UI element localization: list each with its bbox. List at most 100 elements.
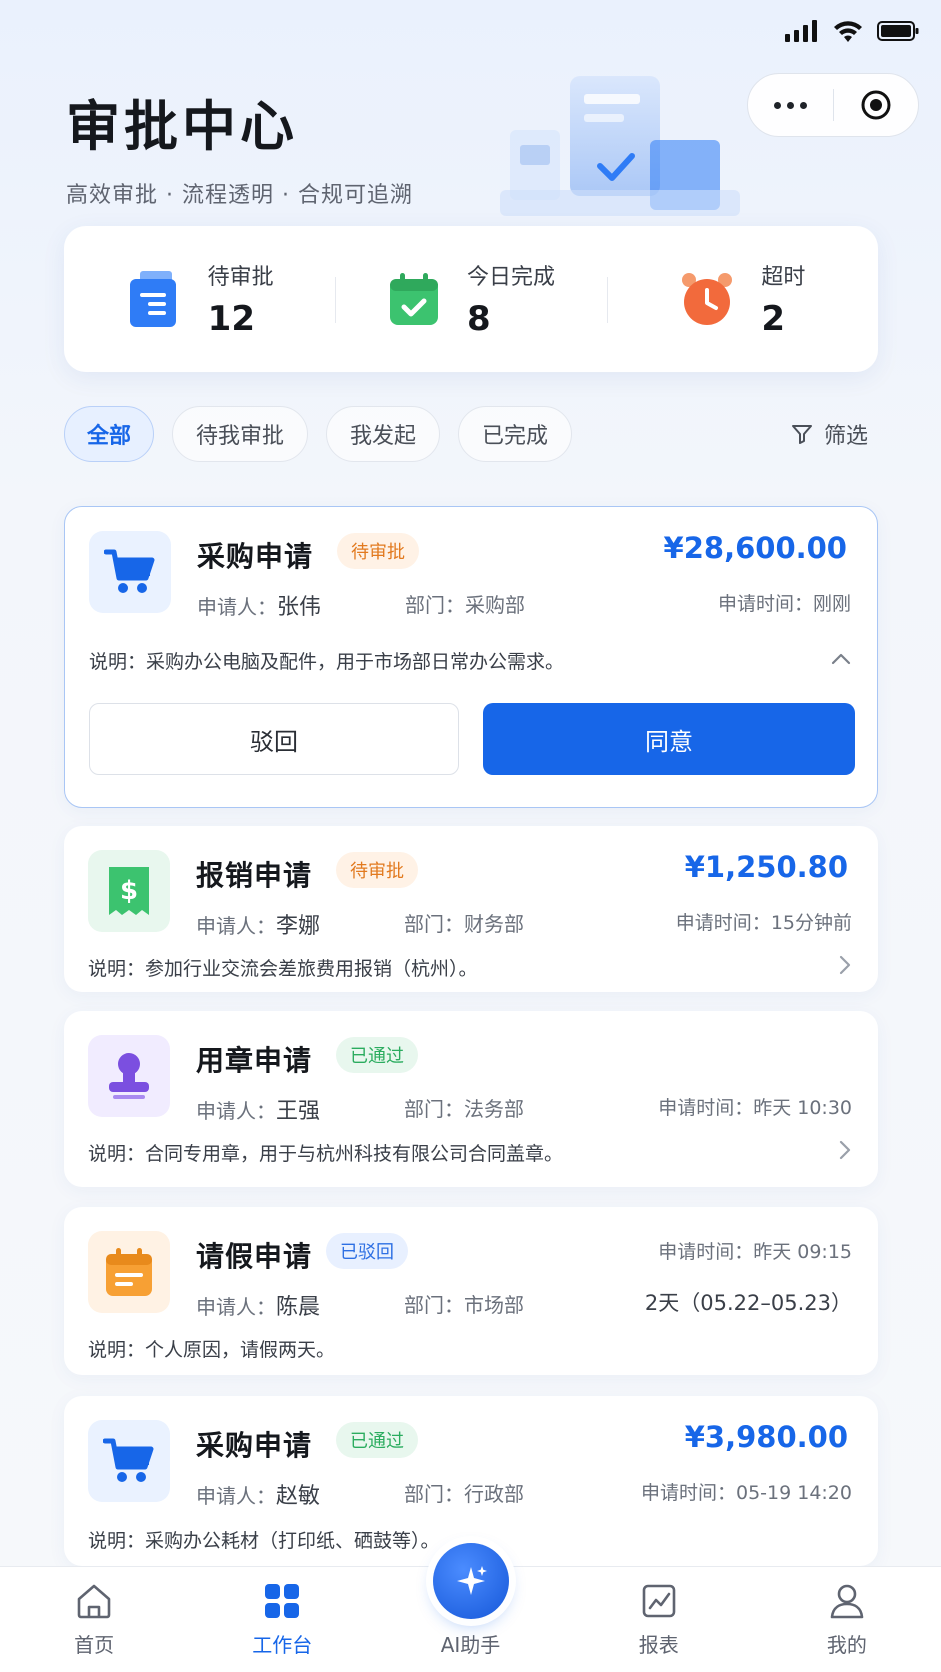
description-label: 说明：: [89, 651, 147, 673]
stat-value: 12: [207, 299, 255, 339]
alarm-clock-icon: [682, 273, 733, 325]
card-description: 说明：采购办公耗材（打印纸、硒鼓等）。: [88, 1526, 440, 1553]
battery-icon: [877, 21, 919, 41]
department-field: 部门：财务部: [404, 908, 524, 937]
approval-card[interactable]: 采购申请 待审批 ¥28,600.00 申请人：张伟 部门：采购部 申请时间：刚…: [64, 506, 878, 808]
department-value: 行政部: [464, 1482, 524, 1506]
calendar-icon: [106, 1248, 152, 1296]
card-amount: ¥3,980.00: [684, 1420, 848, 1454]
apply-time-label: 申请时间：: [658, 1097, 754, 1119]
calendar-check-icon: [389, 273, 438, 325]
card-title: 请假申请: [196, 1240, 313, 1273]
filter-button[interactable]: 筛选: [790, 418, 878, 450]
more-menu-button[interactable]: [748, 74, 833, 136]
nav-home[interactable]: 首页: [0, 1567, 188, 1672]
signal-icon: [785, 20, 817, 42]
applicant-name: 王强: [276, 1099, 321, 1124]
card-icon-box: [89, 531, 171, 613]
approval-card[interactable]: 用章申请 已通过 申请人：王强 部门：法务部 申请时间：昨天 10:30 说明：…: [64, 1011, 878, 1187]
card-icon-box: $: [88, 850, 170, 932]
approval-card[interactable]: $ 报销申请 待审批 ¥1,250.80 申请人：李娜 部门：财务部 申请时间：…: [64, 826, 878, 992]
nav-profile[interactable]: 我的: [753, 1567, 941, 1672]
leave-duration: 2天（05.22–05.23）: [644, 1291, 852, 1315]
chart-icon: [642, 1584, 676, 1618]
applicant-label: 申请人：: [196, 1295, 276, 1319]
department-value: 采购部: [465, 593, 525, 617]
applicant-field: 申请人：张伟: [197, 589, 321, 621]
nav-label: AI助手: [440, 1633, 501, 1657]
hero-illustration: [500, 76, 740, 216]
description-label: 说明：: [88, 1339, 146, 1361]
department-value: 法务部: [464, 1097, 524, 1121]
grid-icon: [265, 1584, 300, 1618]
department-value: 财务部: [464, 912, 524, 936]
nav-reports[interactable]: 报表: [565, 1567, 753, 1672]
applicant-name: 李娜: [276, 914, 321, 939]
apply-time: 申请时间：昨天 09:15: [658, 1237, 852, 1264]
department-label: 部门：: [404, 1097, 464, 1121]
bottom-nav: 首页 工作台 AI助手 报表 我的: [0, 1543, 941, 1672]
apply-time-value: 昨天 09:15: [753, 1241, 852, 1263]
card-title: 报销申请: [196, 859, 313, 892]
pending-doc-icon: [129, 271, 176, 327]
chevron-right-icon[interactable]: [838, 1139, 852, 1161]
status-badge: 已通过: [336, 1037, 418, 1073]
description-text: 参加行业交流会差旅费用报销（杭州）。: [145, 958, 478, 980]
applicant-label: 申请人：: [196, 1099, 276, 1123]
nav-label: 报表: [638, 1633, 679, 1657]
tab-completed[interactable]: 已完成: [458, 406, 572, 462]
user-icon: [830, 1584, 864, 1619]
description-text: 采购办公电脑及配件，用于市场部日常办公需求。: [146, 651, 565, 673]
wifi-icon: [834, 21, 862, 42]
stats-card: 待审批 12 今日完成 8 超时 2: [64, 226, 878, 372]
card-description: 说明：合同专用章，用于与杭州科技有限公司合同盖章。: [88, 1139, 563, 1166]
tab-initiated[interactable]: 我发起: [326, 406, 440, 462]
nav-workbench[interactable]: 工作台: [188, 1567, 376, 1672]
description-text: 个人原因，请假两天。: [145, 1339, 336, 1361]
apply-time-label: 申请时间：: [658, 1241, 754, 1263]
stamp-icon: [109, 1053, 149, 1099]
dot: [799, 101, 807, 109]
tab-pending-mine[interactable]: 待我审批: [172, 406, 308, 462]
apply-time: 申请时间：刚刚: [718, 589, 851, 616]
card-description: 说明：采购办公电脑及配件，用于市场部日常办公需求。: [89, 647, 564, 674]
approve-button[interactable]: 同意: [483, 703, 855, 775]
shopping-cart-icon: [104, 549, 155, 593]
applicant-field: 申请人：陈晨: [196, 1289, 320, 1321]
status-badge: 待审批: [337, 533, 419, 569]
reject-button[interactable]: 驳回: [89, 703, 459, 775]
chevron-right-icon[interactable]: [838, 954, 852, 976]
close-miniprogram-button[interactable]: [834, 74, 919, 136]
card-title: 采购申请: [196, 1429, 313, 1462]
apply-time: 申请时间：15分钟前: [676, 908, 852, 935]
card-amount: ¥1,250.80: [684, 850, 848, 884]
shopping-cart-icon: [103, 1438, 154, 1482]
department-field: 部门：采购部: [405, 589, 525, 618]
filter-label: 筛选: [823, 424, 868, 449]
apply-time-label: 申请时间：: [675, 912, 771, 934]
applicant-field: 申请人：赵敏: [196, 1478, 320, 1510]
tab-all[interactable]: 全部: [64, 406, 154, 462]
stat-overdue[interactable]: 超时 2: [606, 259, 878, 339]
apply-time-value: 昨天 10:30: [753, 1097, 852, 1119]
applicant-name: 张伟: [277, 595, 322, 620]
description-text: 采购办公耗材（打印纸、硒鼓等）。: [145, 1530, 440, 1552]
approval-card[interactable]: 请假申请 已驳回 申请时间：昨天 09:15 申请人：陈晨 部门：市场部 2天（…: [64, 1207, 878, 1375]
sparkle-icon: [456, 1566, 487, 1595]
stat-value: 8: [466, 299, 491, 339]
description-label: 说明：: [88, 1530, 146, 1552]
apply-time-label: 申请时间：: [717, 593, 813, 615]
ai-assistant-button[interactable]: [432, 1543, 509, 1619]
stat-completed-today[interactable]: 今日完成 8: [335, 259, 606, 339]
stat-value: 2: [761, 299, 785, 339]
nav-ai-assistant[interactable]: AI助手: [376, 1543, 564, 1672]
approval-card[interactable]: 采购申请 已通过 ¥3,980.00 申请人：赵敏 部门：行政部 申请时间：05…: [64, 1396, 878, 1566]
department-label: 部门：: [404, 1293, 464, 1317]
apply-time: 申请时间：昨天 10:30: [658, 1093, 852, 1120]
mini-program-capsule: [747, 73, 919, 137]
card-icon-box: [88, 1420, 170, 1502]
chevron-up-icon[interactable]: [831, 651, 851, 665]
stat-pending[interactable]: 待审批 12: [64, 259, 335, 339]
card-icon-box: [88, 1035, 170, 1117]
home-icon: [77, 1584, 111, 1619]
